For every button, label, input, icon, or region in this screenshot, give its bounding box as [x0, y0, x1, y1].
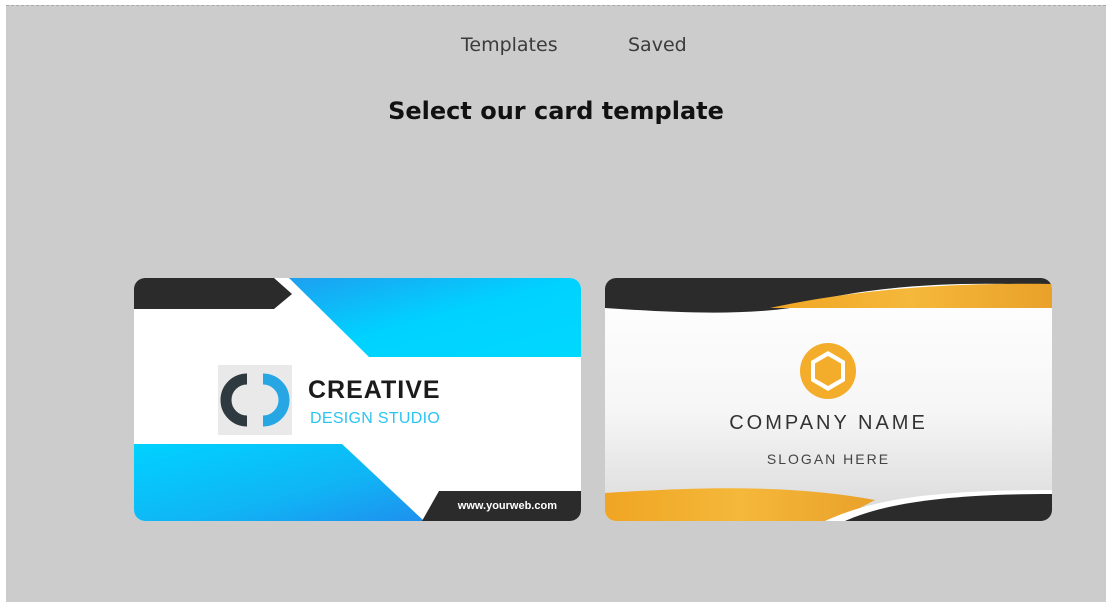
card-template-company[interactable]: COMPANY NAME SLOGAN HERE: [605, 278, 1052, 521]
hexagon-logo-icon: [797, 342, 859, 400]
card-company-name: COMPANY NAME: [729, 412, 928, 434]
card-company-name: CREATIVE: [308, 376, 441, 404]
app-frame: Templates Saved Select our card template: [6, 5, 1106, 602]
card-template-creative[interactable]: CREATIVE DESIGN STUDIO www.yourweb.com: [134, 278, 581, 521]
card-slogan: SLOGAN HERE: [766, 451, 891, 467]
tab-saved[interactable]: Saved: [628, 34, 687, 56]
page-title: Select our card template: [388, 97, 724, 125]
card-website: www.yourweb.com: [457, 500, 557, 512]
ring-logo-icon: [218, 365, 292, 435]
card-company-subtitle: DESIGN STUDIO: [310, 410, 441, 427]
tab-templates[interactable]: Templates: [461, 34, 558, 56]
tab-bar: Templates Saved: [6, 34, 1106, 60]
